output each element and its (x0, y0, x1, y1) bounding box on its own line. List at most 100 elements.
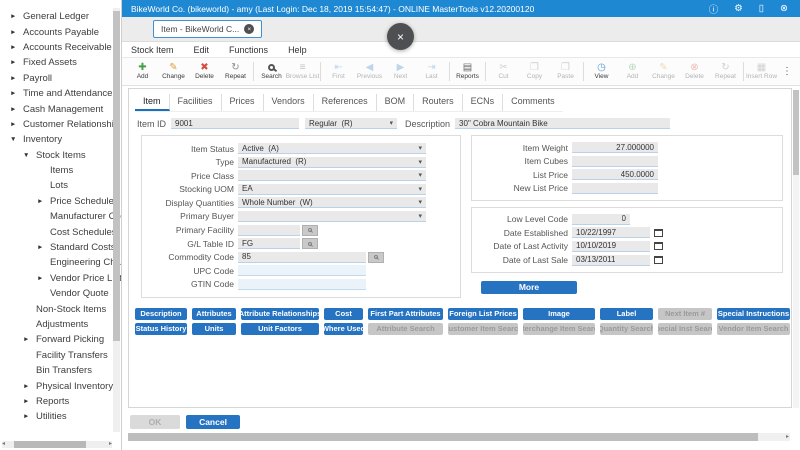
action-where-used-button[interactable]: Where Used (324, 323, 363, 335)
ok-button[interactable]: OK (130, 415, 180, 429)
toolbar-view-button[interactable]: ◷View (586, 62, 617, 81)
menu-help[interactable]: Help (288, 45, 307, 55)
sidebar-item-items[interactable]: Items (0, 163, 121, 178)
tab-bom[interactable]: BOM (377, 94, 415, 111)
toolbar-repeat-button[interactable]: ↻Repeat (220, 62, 251, 81)
toolbar-row-add-button[interactable]: ⊕Add (617, 62, 648, 81)
item-status-select[interactable]: Active (A)▾ (238, 143, 426, 154)
action-attribute-search-button[interactable]: Attribute Search (368, 323, 443, 335)
sidebar-item-adjustments[interactable]: Adjustments (0, 317, 121, 332)
sidebar-vertical-scrollbar[interactable] (113, 8, 120, 432)
sidebar-item-manufacturer-contracts[interactable]: Manufacturer Contr (0, 209, 121, 224)
action-label-button[interactable]: Label (600, 308, 653, 320)
action-foreign-list-prices-button[interactable]: Foreign List Prices (448, 308, 518, 320)
toolbar-first-button[interactable]: ⇤First (323, 62, 354, 81)
primary-buyer-select[interactable]: ▾ (238, 211, 426, 222)
toolbar-browse-list-button[interactable]: ≡Browse List (287, 62, 318, 81)
sidebar-item-physical-inventory[interactable]: ►Physical Inventory (0, 378, 121, 393)
action-attribute-relationships-button[interactable]: Attribute Relationships (241, 308, 319, 320)
sidebar-item-reports[interactable]: ►Reports (0, 394, 121, 409)
action-attributes-button[interactable]: Attributes (192, 308, 236, 320)
action-description-button[interactable]: Description (135, 308, 187, 320)
tab-comments[interactable]: Comments (503, 94, 563, 111)
scrollbar-thumb[interactable] (113, 11, 120, 341)
date-of-last-sale-field[interactable]: 03/13/2011 (572, 255, 650, 266)
sidebar-item-accounts-payable[interactable]: ►Accounts Payable (0, 24, 121, 39)
tab-references[interactable]: References (314, 94, 377, 111)
action-next-item-number-button[interactable]: Next Item # (658, 308, 712, 320)
sidebar-item-facility-transfers[interactable]: Facility Transfers (0, 348, 121, 363)
menu-edit[interactable]: Edit (194, 45, 210, 55)
type-select[interactable]: Manufactured (R)▾ (238, 157, 426, 168)
sidebar-item-accounts-receivable[interactable]: ►Accounts Receivable (0, 40, 121, 55)
cancel-button[interactable]: Cancel (186, 415, 240, 429)
commodity-code-lookup-button[interactable] (368, 252, 384, 263)
overlay-close-button[interactable]: × (387, 23, 414, 50)
info-icon[interactable]: ⓘ (709, 2, 719, 16)
action-image-button[interactable]: Image (523, 308, 595, 320)
tab-vendors[interactable]: Vendors (264, 94, 314, 111)
sidebar-item-cash-management[interactable]: ►Cash Management (0, 101, 121, 116)
action-interchange-item-search-button[interactable]: Interchange Item Search (523, 323, 595, 335)
item-type-select[interactable]: Regular (R)▾ (305, 118, 397, 129)
sidebar-item-lots[interactable]: Lots (0, 178, 121, 193)
panel-vertical-scrollbar[interactable] (793, 90, 799, 408)
sidebar-item-time-and-attendance[interactable]: ►Time and Attendance (0, 86, 121, 101)
sidebar-horizontal-scrollbar[interactable]: ◂▸ (2, 441, 112, 448)
action-customer-item-search-button[interactable]: Customer Item Search (448, 323, 518, 335)
logout-icon[interactable]: ⊗ (780, 3, 788, 14)
toolbar-overflow-icon[interactable]: ⋮ (782, 66, 792, 77)
toolbar-last-button[interactable]: ⇥Last (416, 62, 447, 81)
description-field[interactable]: 30" Cobra Mountain Bike (455, 118, 670, 129)
primary-facility-lookup-button[interactable] (302, 225, 318, 236)
tab-routers[interactable]: Routers (414, 94, 463, 111)
settings-icon[interactable]: ⚙ (734, 3, 743, 14)
tab-ecns[interactable]: ECNs (463, 94, 504, 111)
display-quantities-select[interactable]: Whole Number (W)▾ (238, 197, 426, 208)
sidebar-item-utilities[interactable]: ►Utilities (0, 409, 121, 424)
date-established-field[interactable]: 10/22/1997 (572, 227, 650, 238)
primary-facility-field[interactable] (238, 225, 300, 236)
new-list-price-field[interactable] (572, 183, 658, 194)
scrollbar-thumb[interactable] (128, 433, 758, 441)
sidebar-item-non-stock-items[interactable]: Non-Stock Items (0, 301, 121, 316)
list-price-field[interactable]: 450.0000 (572, 169, 658, 180)
action-unit-factors-button[interactable]: Unit Factors (241, 323, 319, 335)
toolbar-insert-row-button[interactable]: ▦Insert Row (746, 62, 777, 81)
toolbar-row-repeat-button[interactable]: ↻Repeat (710, 62, 741, 81)
tab-facilities[interactable]: Facilities (170, 94, 222, 111)
sidebar-item-vendor-price-list[interactable]: ►Vendor Price List (0, 271, 121, 286)
scrollbar-thumb[interactable] (14, 441, 86, 448)
scroll-left-icon[interactable]: ◂ (2, 441, 5, 448)
scroll-right-icon[interactable]: ▸ (109, 441, 112, 448)
bookmark-icon[interactable]: ▯ (759, 3, 764, 14)
scrollbar-thumb[interactable] (793, 90, 799, 175)
toolbar-previous-button[interactable]: ◀Previous (354, 62, 385, 81)
date-established-calendar-button[interactable] (654, 229, 663, 237)
action-quantity-search-button[interactable]: Quantity Search (600, 323, 653, 335)
date-of-last-activity-field[interactable]: 10/10/2019 (572, 241, 650, 252)
sidebar-item-engineering-change[interactable]: Engineering Change (0, 255, 121, 270)
action-special-inst-search-button[interactable]: Special Inst Search (658, 323, 712, 335)
tab-item[interactable]: Item (135, 94, 170, 111)
sidebar-item-standard-costs[interactable]: ►Standard Costs (0, 240, 121, 255)
upc-code-field[interactable] (238, 265, 366, 276)
low-level-code-field[interactable]: 0 (572, 214, 630, 225)
sidebar-item-payroll[interactable]: ►Payroll (0, 71, 121, 86)
date-of-last-activity-calendar-button[interactable] (654, 242, 663, 250)
date-of-last-sale-calendar-button[interactable] (654, 256, 663, 264)
toolbar-delete-button[interactable]: ✖Delete (189, 62, 220, 81)
toolbar-paste-button[interactable]: ❒Paste (550, 62, 581, 81)
more-button[interactable]: More (481, 281, 577, 294)
item-id-field[interactable]: 9001 (171, 118, 299, 129)
gl-table-id-lookup-button[interactable] (302, 238, 318, 249)
action-status-history-button[interactable]: Status History (135, 323, 187, 335)
sidebar-item-forward-picking[interactable]: ►Forward Picking (0, 332, 121, 347)
menu-stock-item[interactable]: Stock Item (131, 45, 174, 55)
sidebar-item-general-ledger[interactable]: ►General Ledger (0, 9, 121, 24)
item-cubes-field[interactable] (572, 156, 658, 167)
action-vendor-item-search-button[interactable]: Vendor Item Search (717, 323, 790, 335)
sidebar-item-fixed-assets[interactable]: ►Fixed Assets (0, 55, 121, 70)
sidebar-item-customer-relationship-management[interactable]: ►Customer Relationship Mana (0, 117, 121, 132)
window-tab-item[interactable]: Item - BikeWorld C... × (153, 20, 262, 38)
